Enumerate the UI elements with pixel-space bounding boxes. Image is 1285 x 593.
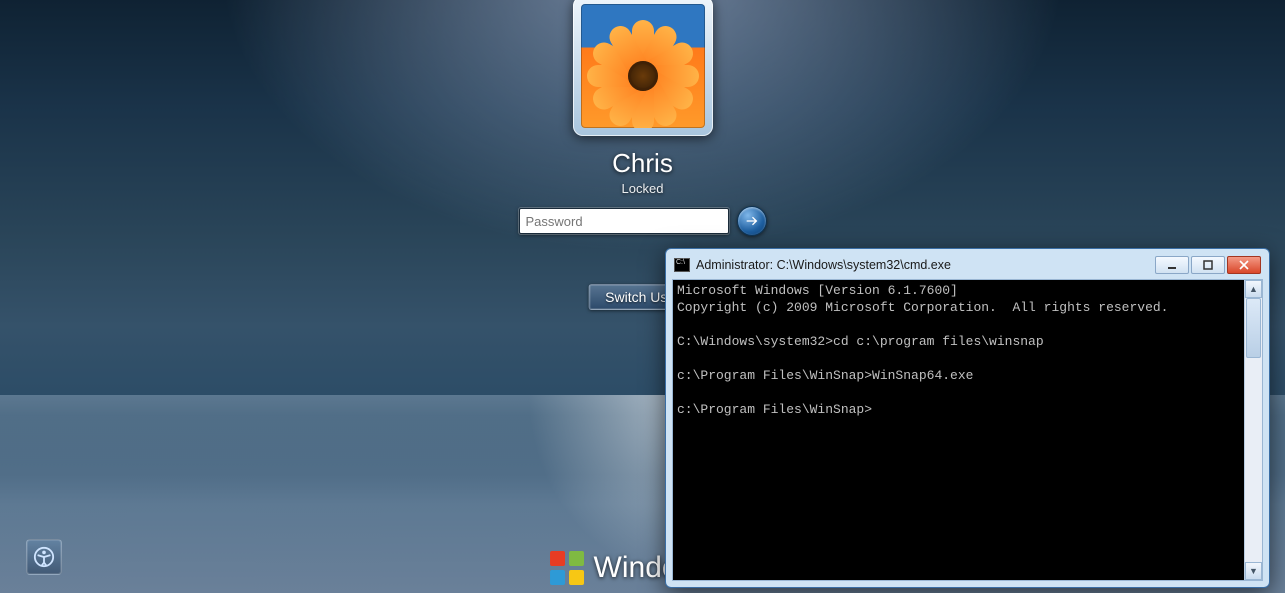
scroll-up-button[interactable]: ▲ (1245, 280, 1262, 298)
windows-logo-icon (550, 551, 584, 585)
login-panel: Chris Locked (433, 0, 853, 236)
username-label: Chris (433, 148, 853, 179)
password-row (433, 206, 853, 236)
close-button[interactable] (1227, 256, 1261, 274)
cmd-title: Administrator: C:\Windows\system32\cmd.e… (696, 258, 1149, 272)
maximize-icon (1203, 260, 1213, 270)
flower-icon (588, 21, 698, 128)
submit-button[interactable] (737, 206, 767, 236)
ease-of-access-button[interactable] (26, 539, 62, 575)
cmd-titlebar[interactable]: Administrator: C:\Windows\system32\cmd.e… (672, 255, 1263, 279)
avatar (581, 4, 705, 128)
arrow-right-icon (744, 213, 760, 229)
cmd-icon (674, 258, 690, 272)
minimize-icon (1167, 260, 1177, 270)
cmd-output[interactable]: Microsoft Windows [Version 6.1.7600] Cop… (673, 280, 1244, 580)
password-input[interactable] (519, 208, 729, 234)
close-icon (1239, 260, 1249, 270)
cmd-window[interactable]: Administrator: C:\Windows\system32\cmd.e… (665, 248, 1270, 588)
scroll-thumb[interactable] (1246, 298, 1261, 358)
maximize-button[interactable] (1191, 256, 1225, 274)
scroll-down-button[interactable]: ▼ (1245, 562, 1262, 580)
lock-status-label: Locked (433, 181, 853, 196)
ease-of-access-icon (33, 546, 55, 568)
cmd-scrollbar[interactable]: ▲ ▼ (1244, 280, 1262, 580)
cmd-client-area: Microsoft Windows [Version 6.1.7600] Cop… (672, 279, 1263, 581)
window-button-group (1155, 256, 1261, 274)
avatar-frame (573, 0, 713, 136)
minimize-button[interactable] (1155, 256, 1189, 274)
